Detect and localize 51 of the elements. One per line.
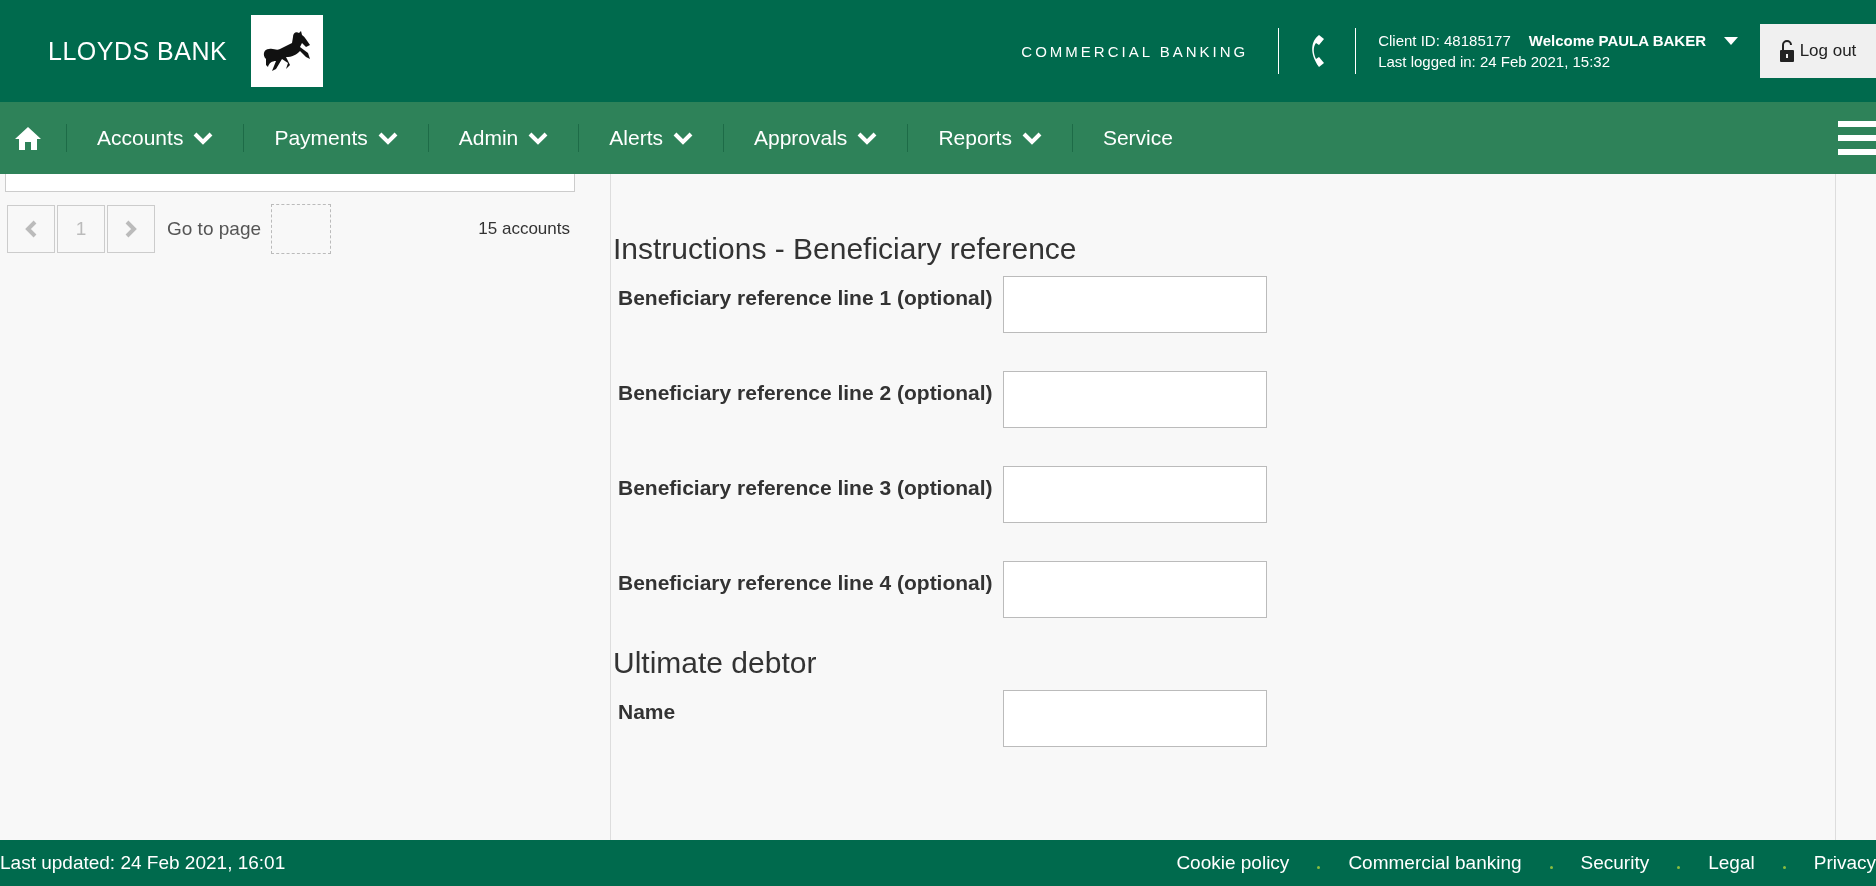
text-input-field[interactable]: [1003, 690, 1267, 747]
account-count: 15 accounts: [478, 219, 570, 239]
next-page-button[interactable]: [107, 205, 155, 253]
nav-menu-item[interactable]: Accounts: [67, 126, 244, 150]
section-heading: Ultimate debtor: [613, 646, 818, 680]
footer-link[interactable]: Privacy: [1813, 852, 1876, 874]
separator-dot: [1317, 865, 1321, 869]
last-logged-in: Last logged in: 24 Feb 2021, 15:32: [1378, 53, 1611, 70]
chevron-down-icon: [1021, 131, 1042, 145]
chevron-down-icon: [193, 131, 214, 145]
chevron-down-icon: [673, 131, 693, 145]
segment-label: COMMERCIAL BANKING: [1021, 42, 1249, 60]
nav-menu-item[interactable]: Approvals: [724, 126, 908, 150]
chevron-down-icon: [528, 131, 549, 145]
padlock-icon: [1779, 40, 1794, 62]
text-input-field[interactable]: [1003, 276, 1267, 333]
chevron-right-icon: [125, 220, 137, 238]
last-updated: Last updated: 24 Feb 2021, 16:01: [0, 852, 286, 874]
separator-dot: [1782, 865, 1786, 869]
bank-name: LLOYDS BANK: [48, 36, 228, 66]
footer-link[interactable]: Legal: [1708, 852, 1755, 874]
logout-button[interactable]: Log out: [1760, 24, 1876, 78]
menu-icon[interactable]: [1838, 121, 1876, 155]
field-label: Name: [617, 699, 677, 725]
go-to-page-label: Go to page: [167, 218, 262, 240]
section-heading: Instructions - Beneficiary reference: [613, 232, 1078, 266]
field-label: Beneficiary reference line 4 (optional): [617, 570, 994, 596]
chevron-left-icon: [25, 220, 37, 238]
nav-menu-item[interactable]: Admin: [428, 126, 579, 150]
text-input-field[interactable]: [1003, 371, 1267, 428]
footer-link[interactable]: Cookie policy: [1176, 852, 1290, 874]
field-label: Beneficiary reference line 3 (optional): [617, 475, 994, 501]
dropdown-caret-icon[interactable]: [1724, 36, 1738, 45]
client-id: Client ID: 48185177: [1378, 32, 1511, 49]
nav-menu-item[interactable]: Service: [1072, 126, 1203, 150]
chevron-down-icon: [857, 131, 878, 145]
text-input-field[interactable]: [1003, 561, 1267, 618]
footer-link[interactable]: Security: [1580, 852, 1650, 874]
nav-menu-item[interactable]: Reports: [908, 126, 1072, 150]
text-input-field[interactable]: [1003, 466, 1267, 523]
welcome-user[interactable]: Welcome PAULA BAKER: [1528, 32, 1706, 49]
home-icon[interactable]: [14, 126, 42, 150]
chevron-down-icon: [377, 131, 398, 145]
separator-dot: [1549, 865, 1553, 869]
field-label: Beneficiary reference line 2 (optional): [617, 380, 994, 406]
separator-dot: [1677, 865, 1681, 869]
nav-menu-item[interactable]: Alerts: [579, 126, 723, 150]
nav-menu-item[interactable]: Payments: [244, 126, 428, 150]
footer-link[interactable]: Commercial banking: [1348, 852, 1522, 874]
page-input-field[interactable]: [271, 204, 332, 254]
field-label: Beneficiary reference line 1 (optional): [617, 285, 994, 311]
